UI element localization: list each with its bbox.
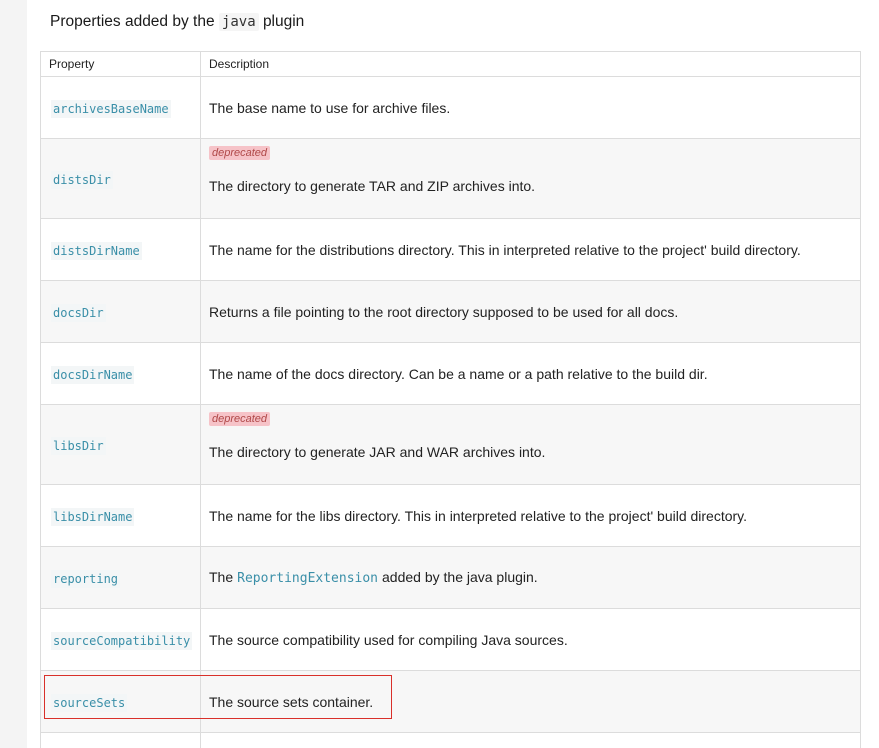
table-row: archivesBaseName The base name to use fo… — [40, 76, 861, 139]
table-row: distsDir deprecated The directory to gen… — [40, 138, 861, 219]
property-description: The source compatibility used for compil… — [209, 631, 568, 648]
main-content: Properties added by the java plugin Prop… — [27, 0, 879, 748]
section-title-suffix: plugin — [262, 13, 305, 30]
table-row — [40, 732, 861, 748]
property-description: The name for the libs directory. This in… — [209, 507, 748, 524]
table-row: distsDirName The name for the distributi… — [40, 218, 861, 281]
table-row: docsDir Returns a file pointing to the r… — [40, 280, 861, 343]
table-row: libsDir deprecated The directory to gene… — [40, 404, 861, 485]
section-title-prefix: Properties added by the — [50, 13, 215, 30]
column-header-description: Description — [200, 51, 861, 77]
property-description: The name of the docs directory. Can be a… — [209, 365, 708, 382]
property-name[interactable]: docsDir — [51, 303, 106, 322]
property-name[interactable]: sourceSets — [51, 693, 128, 712]
section-title-code: java — [218, 13, 259, 31]
table-row: libsDirName The name for the libs direct… — [40, 484, 861, 547]
property-description: The directory to generate TAR and ZIP ar… — [209, 178, 536, 194]
deprecated-badge: deprecated — [209, 412, 271, 426]
table-row: sourceSets The source sets container. — [40, 670, 861, 733]
property-description: The name for the distributions directory… — [209, 241, 801, 258]
property-name[interactable]: sourceCompatibility — [51, 631, 193, 650]
property-description-suffix: added by the java plugin. — [382, 569, 538, 585]
property-name[interactable]: distsDir — [51, 170, 113, 189]
property-description: The base name to use for archive files. — [209, 99, 451, 116]
property-description: Returns a file pointing to the root dire… — [209, 303, 679, 320]
table-row: sourceCompatibility The source compatibi… — [40, 608, 861, 671]
properties-table: Property Description archivesBaseName Th… — [40, 51, 861, 748]
property-description: The directory to generate JAR and WAR ar… — [209, 444, 546, 460]
table-row: reporting The ReportingExtension added by … — [40, 546, 861, 609]
table-row: docsDirName The name of the docs directo… — [40, 342, 861, 405]
property-description-prefix: The — [209, 569, 234, 585]
property-name[interactable]: docsDirName — [51, 365, 135, 384]
deprecated-badge: deprecated — [209, 146, 271, 160]
property-name[interactable]: reporting — [51, 569, 121, 588]
left-gutter — [0, 0, 27, 748]
column-header-property: Property — [40, 51, 201, 77]
property-name[interactable]: distsDirName — [51, 241, 142, 260]
property-name[interactable]: libsDirName — [51, 507, 135, 526]
property-name[interactable]: archivesBaseName — [51, 99, 171, 118]
section-title: Properties added by the java plugin — [50, 13, 304, 31]
property-name[interactable]: libsDir — [51, 436, 106, 455]
reporting-extension-link[interactable]: ReportingExtension — [233, 571, 382, 586]
property-description: The source sets container. — [209, 693, 374, 710]
table-header-row: Property Description — [40, 51, 861, 77]
